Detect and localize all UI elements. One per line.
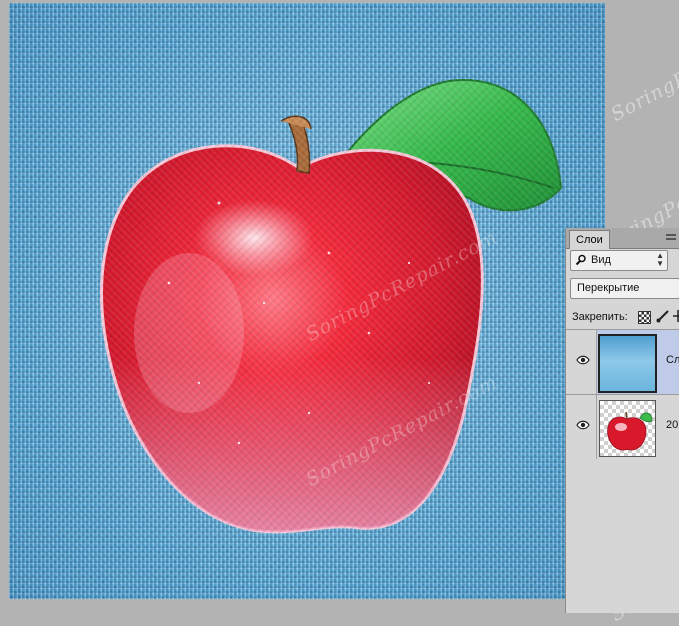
tab-layers[interactable]: Слои	[569, 230, 610, 249]
lock-position-icon[interactable]	[672, 309, 679, 326]
layer-row[interactable]: Сло	[566, 329, 679, 394]
search-icon	[575, 254, 587, 269]
watermark: SoringPcRepair.com	[607, 6, 679, 126]
panel-menu-icon[interactable]	[666, 234, 676, 236]
layers-panel: Слои Вид ▲▼ Перекрытие Закрепить: Сло	[565, 228, 679, 613]
lock-transparent-icon[interactable]	[638, 311, 651, 324]
eye-icon[interactable]	[576, 355, 590, 368]
blend-mode-value: Перекрытие	[577, 282, 640, 294]
lock-row: Закрепить:	[572, 310, 679, 326]
layer-thumbnail[interactable]	[598, 334, 657, 393]
apple-image	[100, 79, 563, 534]
eye-icon[interactable]	[576, 420, 590, 433]
lock-label: Закрепить:	[572, 311, 628, 323]
layer-row[interactable]: 201	[566, 394, 679, 459]
panel-tab-bar: Слои	[566, 228, 679, 249]
layer-filter-select[interactable]: Вид ▲ ▼	[570, 250, 668, 271]
brush-icon[interactable]	[656, 309, 670, 326]
document-canvas[interactable]	[9, 3, 605, 599]
layer-thumbnail[interactable]	[599, 400, 656, 457]
chevron-updown-icon: ▲ ▼	[656, 251, 664, 268]
layer-name[interactable]: Сло	[666, 354, 679, 366]
blend-mode-select[interactable]: Перекрытие	[570, 278, 679, 299]
layer-list: Сло 201	[566, 329, 679, 459]
layer-name[interactable]: 201	[666, 419, 679, 431]
layer-filter-label: Вид	[591, 254, 611, 266]
